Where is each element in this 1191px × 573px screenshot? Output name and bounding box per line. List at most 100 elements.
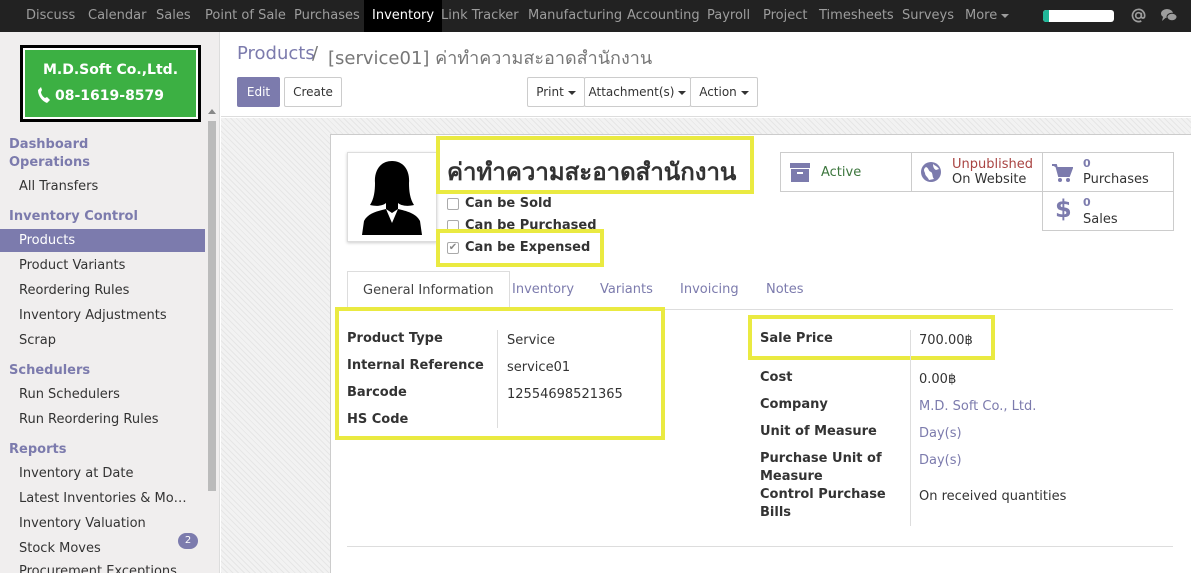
logo-company-name: M.D.Soft Co.,Ltd. bbox=[42, 62, 179, 78]
menu-surveys[interactable]: Surveys bbox=[902, 0, 954, 32]
product-type-value[interactable]: Service bbox=[507, 333, 555, 348]
company-label: Company bbox=[760, 397, 828, 412]
tab-general-information[interactable]: General Information bbox=[347, 271, 510, 309]
attachments-button[interactable]: Attachment(s) bbox=[584, 77, 691, 107]
active-status-text: Active bbox=[821, 165, 862, 180]
can-be-expensed-label: Can be Expensed bbox=[465, 240, 591, 255]
sale-price-value[interactable]: 700.00฿ bbox=[919, 333, 973, 348]
sidebar-scrollbar[interactable] bbox=[206, 105, 218, 541]
breadcrumb-products[interactable]: Products bbox=[237, 43, 315, 64]
control-purchase-bills-label-line1: Control Purchase bbox=[760, 487, 886, 502]
sidebar-item-procurement-exceptions[interactable]: Procurement Exceptions bbox=[19, 564, 177, 573]
purchases-smart-button[interactable]: 0 Purchases bbox=[1042, 152, 1174, 192]
internal-reference-label: Internal Reference bbox=[347, 358, 484, 373]
chevron-down-icon bbox=[1001, 13, 1010, 18]
control-purchase-bills-label-line2: Bills bbox=[760, 505, 792, 520]
chevron-down-icon bbox=[567, 90, 576, 95]
sidebar-item-all-transfers[interactable]: All Transfers bbox=[19, 179, 98, 194]
tab-inventory[interactable]: Inventory bbox=[512, 271, 574, 309]
active-toggle-button[interactable]: Active bbox=[780, 152, 912, 192]
sidebar-header-schedulers: Schedulers bbox=[9, 363, 91, 378]
field-separator bbox=[497, 330, 498, 428]
menu-inventory[interactable]: Inventory bbox=[364, 0, 443, 32]
field-separator bbox=[910, 330, 911, 526]
globe-icon bbox=[921, 162, 941, 182]
cart-icon bbox=[1052, 164, 1073, 182]
attachments-button-label: Attachment(s) bbox=[588, 85, 675, 99]
phone-icon bbox=[38, 87, 50, 103]
purchase-uom-value[interactable]: Day(s) bbox=[919, 453, 962, 468]
product-image[interactable] bbox=[347, 152, 437, 242]
sale-price-label: Sale Price bbox=[760, 331, 833, 346]
at-icon[interactable] bbox=[1131, 8, 1146, 23]
menu-timesheets[interactable]: Timesheets bbox=[819, 0, 894, 32]
company-value[interactable]: M.D. Soft Co., Ltd. bbox=[919, 399, 1036, 414]
menu-link-tracker[interactable]: Link Tracker bbox=[441, 0, 519, 32]
sales-smart-button[interactable]: $ 0 Sales bbox=[1042, 191, 1174, 231]
tab-invoicing[interactable]: Invoicing bbox=[680, 271, 739, 309]
can-be-sold-checkbox[interactable] bbox=[447, 198, 459, 210]
company-logo: M.D.Soft Co.,Ltd. 08-1619-8579 bbox=[20, 45, 201, 122]
sidebar-item-inventory-adjustments[interactable]: Inventory Adjustments bbox=[19, 308, 167, 323]
create-button[interactable]: Create bbox=[284, 77, 342, 107]
breadcrumb-current: [service01] ค่าทำความสะอาดสำนักงาน bbox=[328, 48, 653, 69]
procurement-count-badge: 2 bbox=[178, 533, 198, 549]
website-publish-button[interactable]: Unpublished On Website bbox=[911, 152, 1043, 192]
menu-payroll[interactable]: Payroll bbox=[707, 0, 750, 32]
sidebar-header-operations: Operations bbox=[9, 155, 90, 170]
sidebar-item-inventory-valuation[interactable]: Inventory Valuation bbox=[19, 516, 146, 531]
cost-value[interactable]: 0.00฿ bbox=[919, 372, 956, 387]
menu-calendar[interactable]: Calendar bbox=[88, 0, 146, 32]
tab-notes[interactable]: Notes bbox=[766, 271, 804, 309]
purchase-uom-label-line1: Purchase Unit of bbox=[760, 451, 882, 466]
unpublished-text: Unpublished bbox=[952, 157, 1033, 172]
menu-sales[interactable]: Sales bbox=[156, 0, 191, 32]
menu-purchases[interactable]: Purchases bbox=[294, 0, 360, 32]
print-button[interactable]: Print bbox=[527, 77, 585, 107]
action-button[interactable]: Action bbox=[690, 77, 758, 107]
control-purchase-bills-value[interactable]: On received quantities bbox=[919, 489, 1066, 504]
menu-discuss[interactable]: Discuss bbox=[26, 0, 75, 32]
sidebar-item-products[interactable]: Products bbox=[19, 233, 75, 248]
purchases-label: Purchases bbox=[1083, 172, 1149, 187]
menu-more[interactable]: More bbox=[965, 0, 1010, 32]
sidebar-item-stock-moves[interactable]: Stock Moves bbox=[19, 541, 101, 556]
dollar-icon: $ bbox=[1055, 195, 1072, 223]
scroll-up-icon[interactable] bbox=[208, 109, 216, 114]
menu-point-of-sale[interactable]: Point of Sale bbox=[205, 0, 286, 32]
menu-accounting[interactable]: Accounting bbox=[627, 0, 700, 32]
chevron-down-icon bbox=[678, 90, 687, 95]
sidebar-item-reordering-rules[interactable]: Reordering Rules bbox=[19, 283, 129, 298]
product-name[interactable]: ค่าทำความสะอาดสำนักงาน bbox=[447, 152, 736, 191]
sidebar-item-product-variants[interactable]: Product Variants bbox=[19, 258, 125, 273]
sidebar-scroll-thumb[interactable] bbox=[208, 121, 216, 491]
sales-count: 0 bbox=[1083, 196, 1091, 209]
product-type-label: Product Type bbox=[347, 331, 443, 346]
menu-more-label: More bbox=[965, 8, 998, 23]
sidebar-item-scrap[interactable]: Scrap bbox=[19, 333, 56, 348]
internal-reference-value[interactable]: service01 bbox=[507, 360, 570, 375]
sales-label: Sales bbox=[1083, 212, 1118, 227]
can-be-expensed-checkbox[interactable]: ✔ bbox=[447, 242, 459, 254]
edit-button[interactable]: Edit bbox=[237, 77, 280, 107]
purchase-uom-label-line2: Measure bbox=[760, 469, 823, 484]
chevron-down-icon bbox=[740, 90, 749, 95]
sidebar-item-inventory-at-date[interactable]: Inventory at Date bbox=[19, 466, 134, 481]
sidebar-header-dashboard[interactable]: Dashboard bbox=[9, 137, 88, 152]
archive-icon bbox=[790, 163, 810, 182]
menu-manufacturing[interactable]: Manufacturing bbox=[528, 0, 622, 32]
barcode-value[interactable]: 12554698521365 bbox=[507, 387, 623, 402]
progress-bar bbox=[1043, 10, 1114, 22]
tab-variants[interactable]: Variants bbox=[600, 271, 653, 309]
top-navbar: Discuss Calendar Sales Point of Sale Pur… bbox=[0, 0, 1191, 32]
unit-of-measure-value[interactable]: Day(s) bbox=[919, 426, 962, 441]
progress-fill bbox=[1043, 10, 1049, 22]
menu-project[interactable]: Project bbox=[763, 0, 807, 32]
sidebar-item-run-reordering-rules[interactable]: Run Reordering Rules bbox=[19, 412, 158, 427]
action-button-label: Action bbox=[699, 85, 737, 99]
sidebar-item-run-schedulers[interactable]: Run Schedulers bbox=[19, 387, 120, 402]
section-divider bbox=[347, 546, 1173, 547]
chat-icon[interactable] bbox=[1160, 7, 1178, 24]
sidebar-item-latest-inventories[interactable]: Latest Inventories & Mo… bbox=[19, 491, 187, 506]
on-website-text: On Website bbox=[952, 172, 1027, 187]
